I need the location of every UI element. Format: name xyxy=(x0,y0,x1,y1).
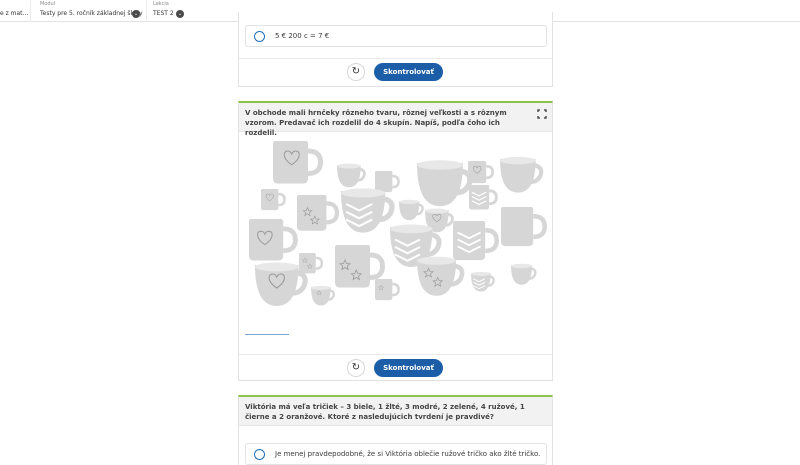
check-button[interactable]: Skontrolovať xyxy=(374,359,443,377)
question-header: V obchode mali hrnčeky rôzneho tvaru, rô… xyxy=(239,103,552,137)
breadcrumb-caption: Lekcia xyxy=(153,1,169,7)
question-text: V obchode mali hrnčeky rôzneho tvaru, rô… xyxy=(245,109,507,137)
breadcrumb-item-lesson[interactable]: Lekcia TEST 2 ⌄ xyxy=(153,0,203,22)
reset-button[interactable]: ↻ xyxy=(347,63,365,81)
check-button[interactable]: Skontrolovať xyxy=(374,63,443,81)
chevron-down-icon[interactable]: ⌄ xyxy=(132,10,140,18)
divider xyxy=(239,354,552,355)
answer-option-text: 5 € 200 c = 7 € xyxy=(275,32,330,40)
reset-icon: ↻ xyxy=(351,66,361,77)
answer-option[interactable]: Je menej pravdepodobné, že si Viktória o… xyxy=(245,443,547,465)
answer-input-line[interactable] xyxy=(245,334,289,335)
chevron-down-icon[interactable]: ⌄ xyxy=(176,10,184,18)
radio-button[interactable] xyxy=(254,449,265,460)
breadcrumb-caption: Modul xyxy=(40,1,56,7)
question-card-2: V obchode mali hrnčeky rôzneho tvaru, rô… xyxy=(238,101,553,381)
breadcrumb-item-module[interactable]: Modul Testy pre 5. ročník základnej škol… xyxy=(40,0,150,22)
reset-icon: ↻ xyxy=(351,362,361,373)
question-card-1: 5 € 200 c = 7 € ↻ Skontrolovať xyxy=(238,12,553,87)
breadcrumb-value: e z mat... xyxy=(0,10,29,17)
divider xyxy=(239,58,552,59)
question-header: Viktória má veľa tričiek – 3 biele, 1 žl… xyxy=(239,397,552,426)
mugs-illustration xyxy=(245,137,547,312)
question-card-3: Viktória má veľa tričiek – 3 biele, 1 žl… xyxy=(238,395,553,465)
expand-icon[interactable] xyxy=(537,109,547,119)
breadcrumb-value: TEST 2 xyxy=(153,10,174,17)
breadcrumb-value: Testy pre 5. ročník základnej školy xyxy=(40,10,143,17)
radio-button[interactable] xyxy=(254,31,265,42)
answer-option[interactable]: 5 € 200 c = 7 € xyxy=(245,25,547,47)
breadcrumb-divider xyxy=(30,0,31,22)
reset-button[interactable]: ↻ xyxy=(347,359,365,377)
answer-option-text: Je menej pravdepodobné, že si Viktória o… xyxy=(275,450,541,458)
breadcrumb-divider xyxy=(146,0,147,22)
question-text: Viktória má veľa tričiek – 3 biele, 1 žl… xyxy=(245,403,525,421)
